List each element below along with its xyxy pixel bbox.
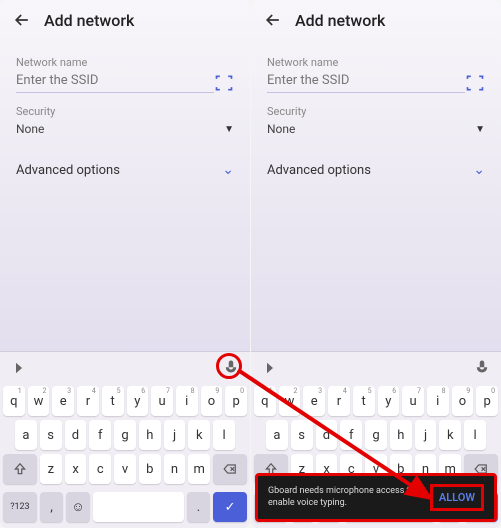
chevron-down-icon: ⌄ <box>222 162 234 178</box>
page-title: Add network <box>44 11 134 30</box>
key-a[interactable]: a <box>15 420 37 450</box>
back-arrow-icon[interactable] <box>12 10 32 30</box>
key-z[interactable]: z <box>40 454 62 484</box>
ssid-input[interactable] <box>16 73 214 93</box>
key-y[interactable]: y6 <box>378 386 400 416</box>
security-value: None <box>16 122 44 136</box>
mic-icon[interactable] <box>222 359 240 377</box>
key-b[interactable]: b <box>139 454 161 484</box>
allow-button[interactable]: ALLOW <box>430 484 484 511</box>
key-h[interactable]: h <box>390 420 412 450</box>
key-q[interactable]: q1 <box>3 386 25 416</box>
advanced-label: Advanced options <box>267 163 371 178</box>
key-g[interactable]: g <box>114 420 136 450</box>
key-l[interactable]: l <box>213 420 235 450</box>
key-f[interactable]: f <box>340 420 362 450</box>
security-value: None <box>267 122 295 136</box>
chevron-down-icon: ⌄ <box>473 162 485 178</box>
key-e[interactable]: e3 <box>52 386 74 416</box>
qr-scan-icon[interactable] <box>214 73 234 93</box>
key-j[interactable]: j <box>415 420 437 450</box>
header: Add network <box>0 0 250 40</box>
dropdown-arrow-icon: ▼ <box>475 124 485 135</box>
enter-key[interactable]: ✓ <box>213 492 247 522</box>
page-title: Add network <box>295 11 385 30</box>
network-name-label: Network name <box>267 56 485 69</box>
key-a[interactable]: a <box>266 420 288 450</box>
security-dropdown[interactable]: None ▼ <box>267 122 485 142</box>
key-k[interactable]: k <box>439 420 461 450</box>
advanced-options-toggle[interactable]: Advanced options ⌄ <box>267 162 485 178</box>
security-label: Security <box>267 105 485 118</box>
comma-key[interactable]: , <box>40 492 63 522</box>
key-w[interactable]: w2 <box>28 386 50 416</box>
key-r[interactable]: r4 <box>328 386 350 416</box>
key-o[interactable]: o9 <box>201 386 223 416</box>
key-q[interactable]: q1 <box>254 386 276 416</box>
key-s[interactable]: s <box>291 420 313 450</box>
phone-left: Add network Network name Security None ▼… <box>0 0 250 528</box>
key-g[interactable]: g <box>365 420 387 450</box>
phone-right: Add network Network name Security None ▼… <box>251 0 501 528</box>
header: Add network <box>251 0 501 40</box>
backspace-key[interactable] <box>213 454 247 484</box>
key-h[interactable]: h <box>139 420 161 450</box>
key-x[interactable]: x <box>65 454 87 484</box>
key-k[interactable]: k <box>188 420 210 450</box>
key-c[interactable]: c <box>89 454 111 484</box>
key-d[interactable]: d <box>316 420 338 450</box>
symbols-key[interactable]: ?123 <box>3 492 37 522</box>
key-p[interactable]: p0 <box>225 386 247 416</box>
emoji-key[interactable]: ☺ <box>66 492 89 522</box>
network-name-label: Network name <box>16 56 234 69</box>
key-i[interactable]: i8 <box>176 386 198 416</box>
advanced-options-toggle[interactable]: Advanced options ⌄ <box>16 162 234 178</box>
advanced-label: Advanced options <box>16 163 120 178</box>
key-t[interactable]: t5 <box>102 386 124 416</box>
space-key[interactable] <box>93 492 184 522</box>
key-y[interactable]: y6 <box>127 386 149 416</box>
key-p[interactable]: p0 <box>476 386 498 416</box>
toast-message: Gboard needs microphone access to enable… <box>268 486 430 509</box>
key-t[interactable]: t5 <box>353 386 375 416</box>
key-e[interactable]: e3 <box>303 386 325 416</box>
key-r[interactable]: r4 <box>77 386 99 416</box>
keyboard: q1w2e3r4t5y6u7i8o9p0 asdfghjkl zxcvbnm ?… <box>0 351 250 528</box>
key-j[interactable]: j <box>164 420 186 450</box>
key-d[interactable]: d <box>65 420 87 450</box>
period-key[interactable]: . <box>187 492 210 522</box>
form: Network name Security None ▼ Advanced op… <box>0 40 250 186</box>
dropdown-arrow-icon: ▼ <box>224 124 234 135</box>
form: Network name Security None ▼ Advanced op… <box>251 40 501 186</box>
ssid-input[interactable] <box>267 73 465 93</box>
permission-toast: Gboard needs microphone access to enable… <box>255 473 497 522</box>
key-i[interactable]: i8 <box>427 386 449 416</box>
back-arrow-icon[interactable] <box>263 10 283 30</box>
key-w[interactable]: w2 <box>279 386 301 416</box>
key-o[interactable]: o9 <box>452 386 474 416</box>
qr-scan-icon[interactable] <box>465 73 485 93</box>
key-l[interactable]: l <box>464 420 486 450</box>
key-s[interactable]: s <box>40 420 62 450</box>
key-m[interactable]: m <box>188 454 210 484</box>
key-u[interactable]: u7 <box>402 386 424 416</box>
arrow-right-icon[interactable] <box>261 359 279 377</box>
security-label: Security <box>16 105 234 118</box>
key-v[interactable]: v <box>114 454 136 484</box>
key-n[interactable]: n <box>164 454 186 484</box>
mic-icon[interactable] <box>473 359 491 377</box>
arrow-right-icon[interactable] <box>10 359 28 377</box>
shift-key[interactable] <box>3 454 37 484</box>
key-u[interactable]: u7 <box>151 386 173 416</box>
security-dropdown[interactable]: None ▼ <box>16 122 234 142</box>
key-f[interactable]: f <box>89 420 111 450</box>
